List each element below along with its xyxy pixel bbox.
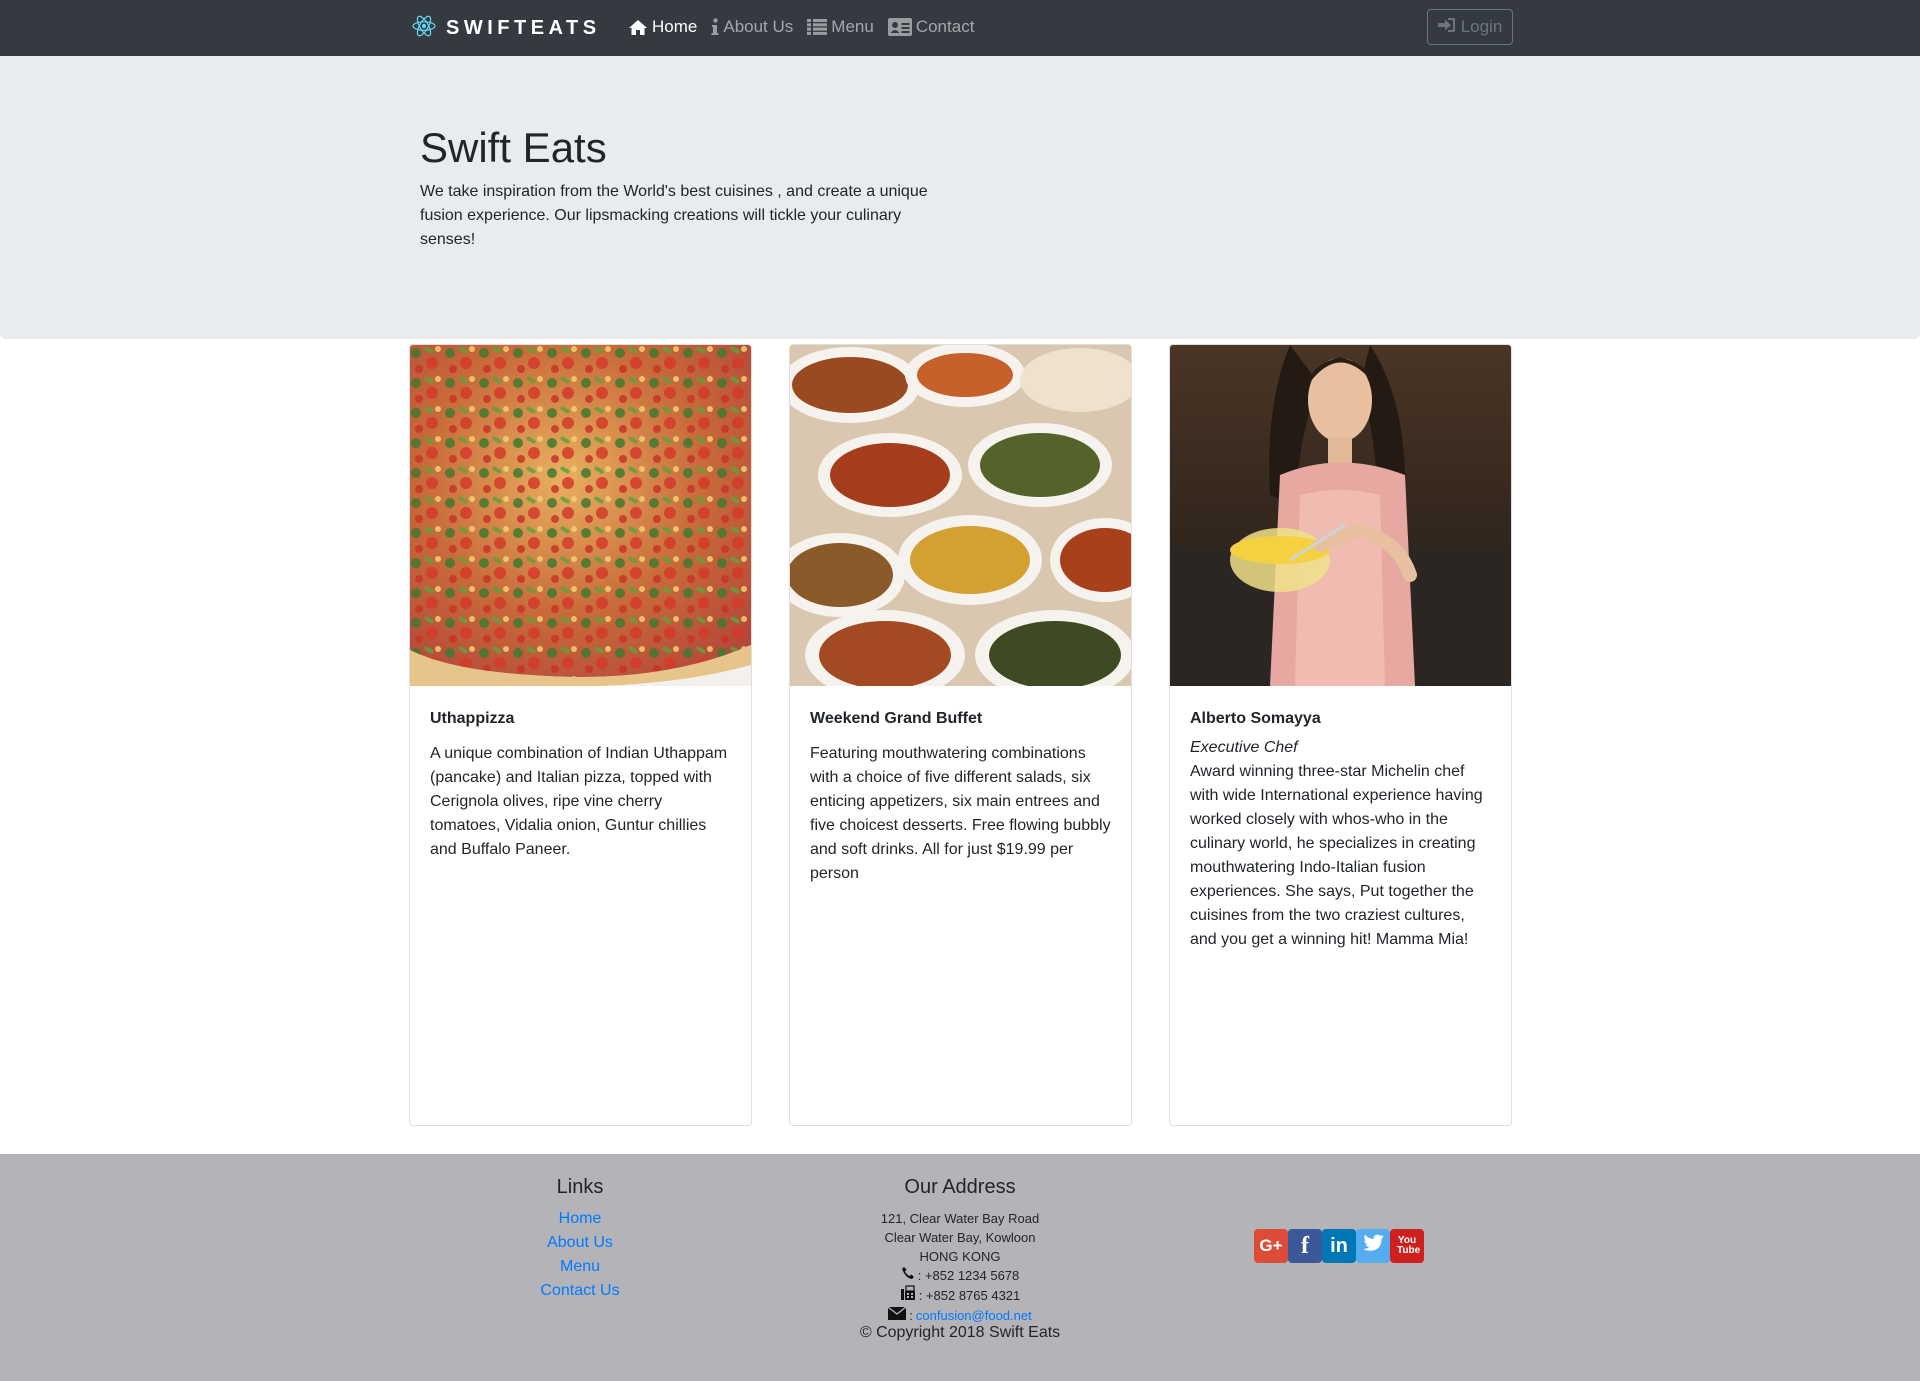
buffet-image — [790, 345, 1131, 686]
social-links: G+ f in You Tube — [1254, 1229, 1424, 1263]
address-line: 121, Clear Water Bay Road — [880, 1211, 1040, 1226]
brand-name: SWIFTEATS — [446, 16, 601, 39]
google-plus-button[interactable]: G+ — [1254, 1229, 1288, 1263]
page-title: Swift Eats — [420, 124, 607, 171]
nav-about-label: About Us — [723, 17, 794, 36]
linkedin-button[interactable]: in — [1322, 1229, 1356, 1263]
card-subtitle: Executive Chef — [1190, 739, 1298, 756]
footer-link-menu[interactable]: Menu — [480, 1255, 680, 1279]
login-label: Login — [1460, 17, 1503, 36]
info-icon — [711, 18, 719, 36]
footer-link-contact[interactable]: Contact Us — [480, 1279, 680, 1303]
main-nav: Home About Us Menu Contact — [628, 17, 974, 37]
phone-number: : +852 1234 5678 — [917, 1268, 1020, 1283]
login-button[interactable]: Login — [1427, 9, 1513, 45]
jumbotron: Swift Eats We take inspiration from the … — [0, 56, 1920, 339]
twitter-button[interactable] — [1356, 1229, 1390, 1263]
address-card-icon — [887, 18, 912, 36]
phone-line: : +852 1234 5678 — [810, 1266, 1110, 1285]
nav-home[interactable]: Home — [628, 17, 697, 37]
links-heading: Links — [556, 1176, 604, 1198]
card-text: A unique combination of Indian Uthappam … — [430, 745, 728, 858]
footer-link-about[interactable]: About Us — [480, 1231, 680, 1255]
google-plus-icon: G+ — [1259, 1236, 1283, 1255]
nav-contact-label: Contact — [915, 17, 975, 36]
card-text: Award winning three-star Michelin chef w… — [1190, 763, 1483, 948]
nav-about[interactable]: About Us — [711, 17, 793, 37]
email-line: : confusion@food.net — [810, 1306, 1110, 1325]
intro-text: We take inspiration from the World's bes… — [420, 183, 928, 248]
react-logo-icon — [412, 14, 436, 43]
address-heading: Our Address — [904, 1176, 1016, 1198]
envelope-icon — [887, 1306, 907, 1325]
linkedin-icon: in — [1330, 1234, 1348, 1257]
nav-menu[interactable]: Menu — [807, 17, 874, 37]
card-leader: Alberto Somayya Executive Chef Award win… — [1169, 344, 1512, 1126]
address-line: Clear Water Bay, Kowloon — [884, 1230, 1036, 1245]
card-text: Featuring mouthwatering combinations wit… — [810, 745, 1111, 882]
card-title: Uthappizza — [430, 710, 515, 727]
chef-image — [1170, 345, 1511, 686]
fax-line: : +852 8765 4321 — [810, 1285, 1110, 1306]
facebook-button[interactable]: f — [1288, 1229, 1322, 1263]
nav-menu-label: Menu — [831, 17, 874, 36]
phone-icon — [901, 1266, 915, 1285]
uthappizza-image — [410, 345, 751, 686]
email-link[interactable]: confusion@food.net — [916, 1306, 1032, 1325]
youtube-button[interactable]: You Tube — [1390, 1229, 1424, 1263]
card-title: Alberto Somayya — [1190, 710, 1321, 727]
footer: Links Home About Us Menu Contact Us Our … — [0, 1154, 1920, 1381]
footer-link-home[interactable]: Home — [480, 1207, 680, 1231]
fax-icon — [900, 1285, 916, 1306]
email-prefix: : — [909, 1308, 913, 1323]
card-promotion: Weekend Grand Buffet Featuring mouthwate… — [789, 344, 1132, 1126]
youtube-icon: You Tube — [1397, 1235, 1421, 1256]
facebook-icon: f — [1301, 1232, 1309, 1259]
home-icon — [628, 19, 648, 36]
copyright: © Copyright 2018 Swift Eats — [859, 1324, 1061, 1341]
address-line: HONG KONG — [919, 1249, 1001, 1264]
navbar: SWIFTEATS Home About Us Menu Contact Log… — [0, 0, 1920, 56]
nav-home-label: Home — [652, 17, 698, 36]
footer-links: Links Home About Us Menu Contact Us — [480, 1176, 680, 1303]
footer-address: Our Address 121, Clear Water Bay Road Cl… — [810, 1176, 1110, 1325]
fax-number: : +852 8765 4321 — [918, 1288, 1021, 1303]
card-dish: Uthappizza A unique combination of India… — [409, 344, 752, 1126]
sign-in-icon — [1437, 17, 1456, 38]
nav-contact[interactable]: Contact — [887, 17, 975, 37]
brand[interactable]: SWIFTEATS — [412, 13, 601, 43]
list-icon — [807, 19, 828, 35]
card-title: Weekend Grand Buffet — [810, 710, 983, 727]
twitter-icon — [1361, 1234, 1385, 1259]
